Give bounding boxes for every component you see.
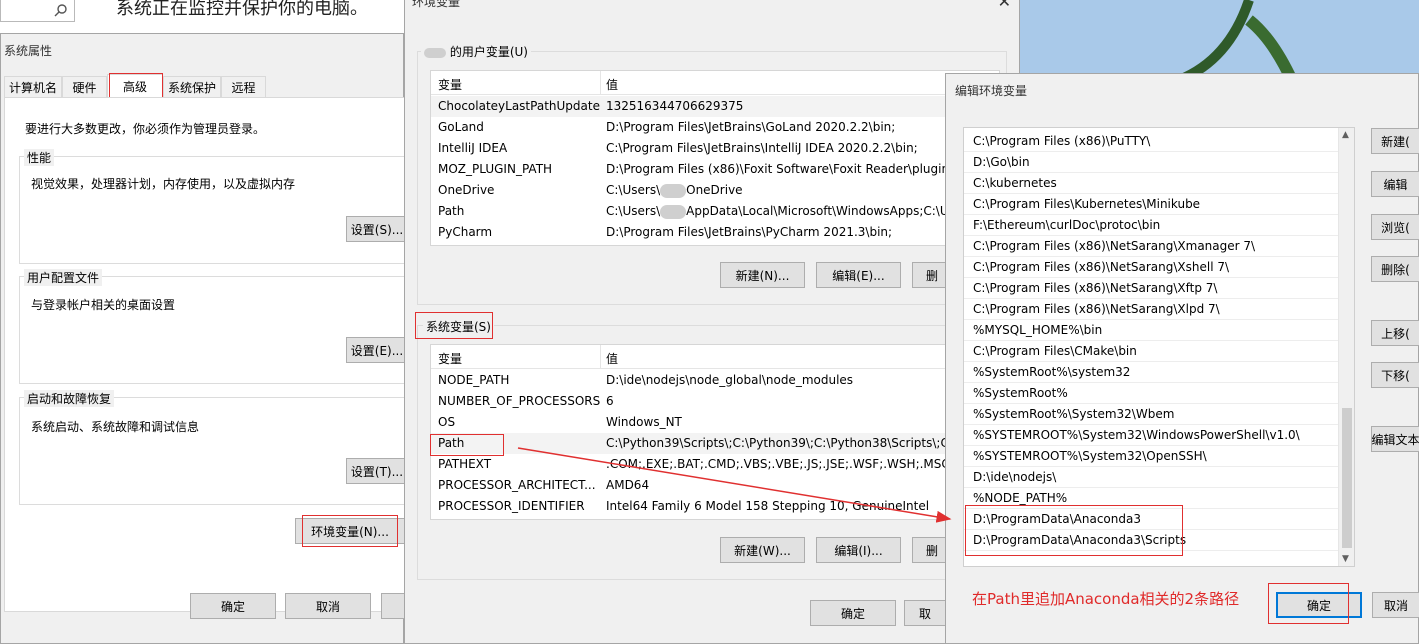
annotation-arrow — [517, 447, 952, 523]
